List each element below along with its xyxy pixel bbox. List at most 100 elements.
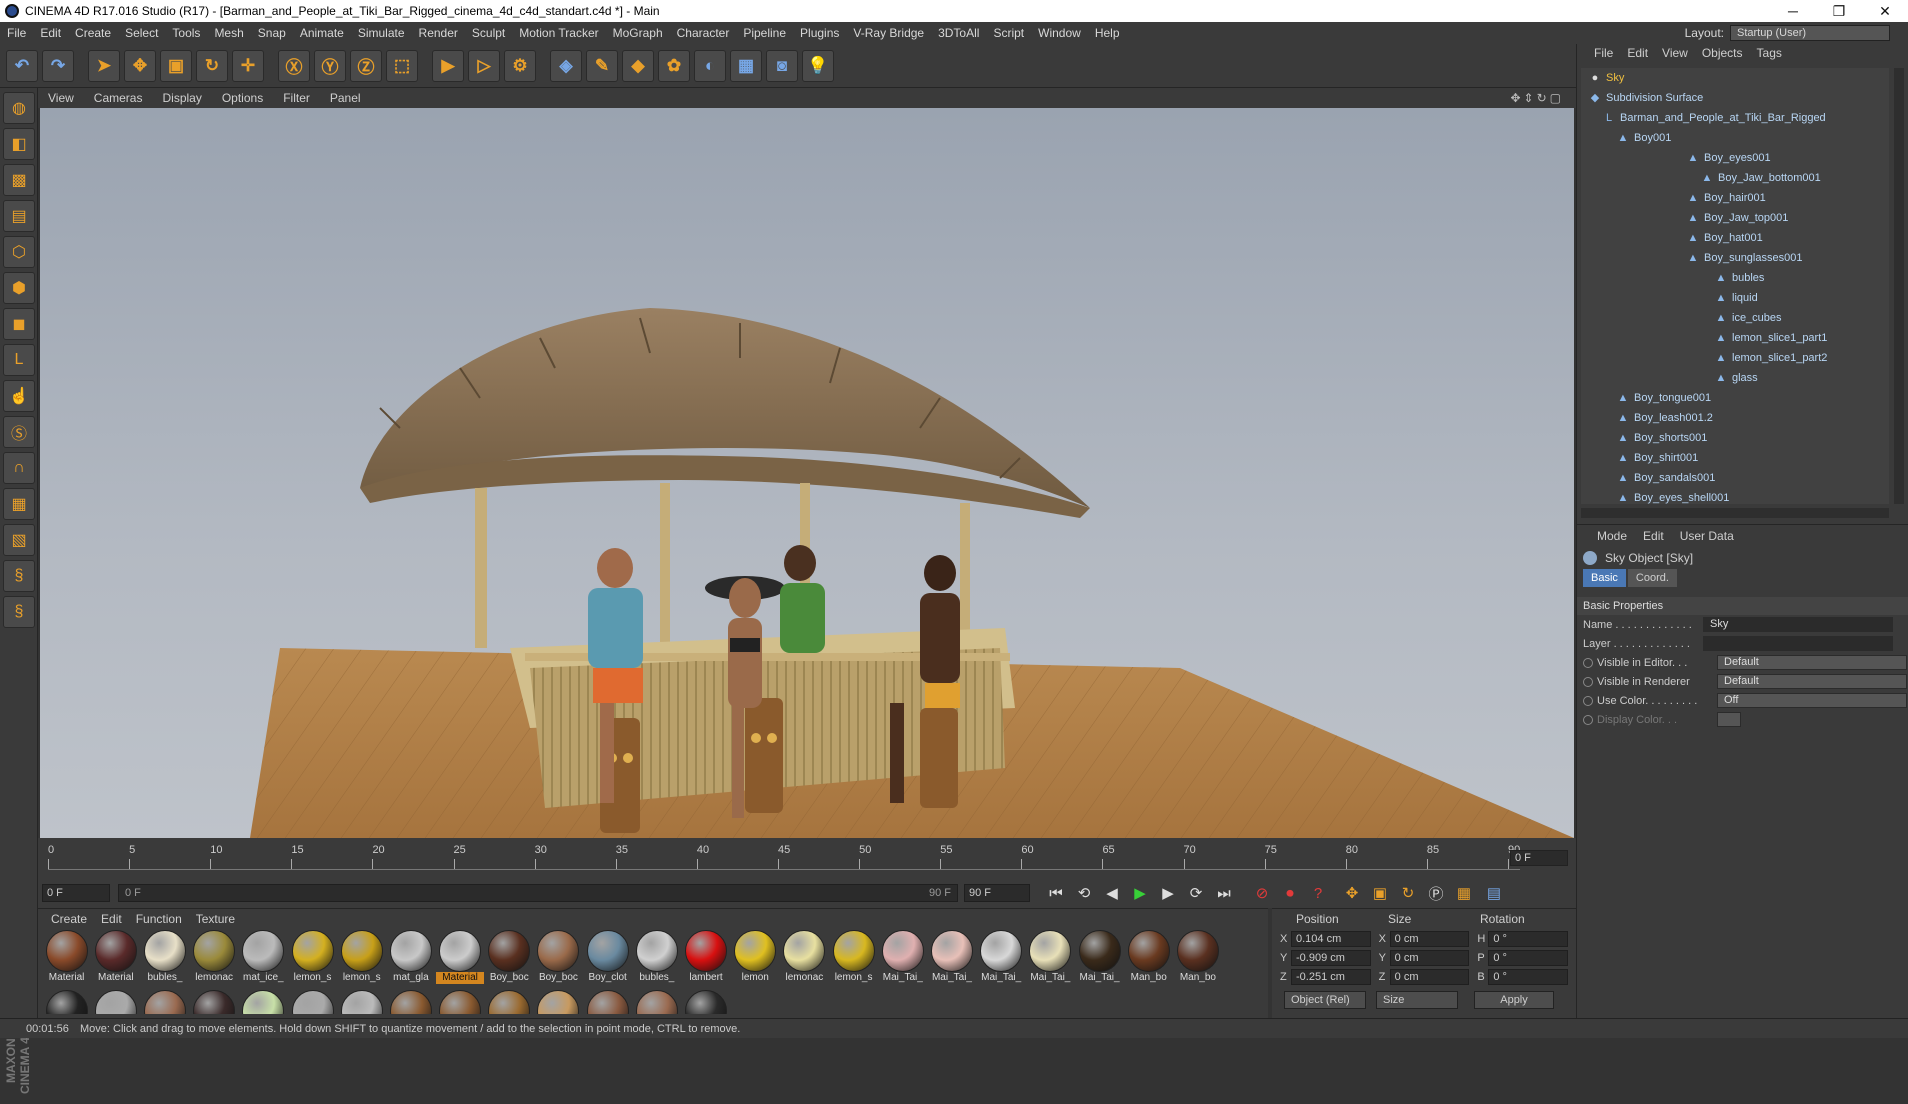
- animate-toggle-icon[interactable]: [1583, 676, 1593, 687]
- key-rotation-icon[interactable]: ↻: [1396, 881, 1420, 905]
- material-swatch[interactable]: Mai_Tai_: [1026, 930, 1074, 986]
- material-swatch[interactable]: lemonac: [780, 930, 828, 986]
- material-swatch[interactable]: Mai_Tai_: [977, 930, 1025, 986]
- material-swatch[interactable]: [338, 988, 386, 1014]
- object-menu-tags[interactable]: Tags: [1750, 46, 1789, 60]
- object-tree-item[interactable]: L Barman_and_People_at_Tiki_Bar_Rigged: [1581, 108, 1889, 128]
- object-tree-item[interactable]: ▲ Boy_Jaw_top001: [1581, 208, 1889, 228]
- material-swatch[interactable]: Boy_clot: [584, 930, 632, 986]
- y-axis-lock-icon[interactable]: Ⓨ: [314, 49, 346, 82]
- object-tree-item[interactable]: ▲ bubles: [1581, 268, 1889, 288]
- render-picture-viewer-icon[interactable]: ▷: [468, 49, 500, 82]
- material-swatch[interactable]: lambert: [682, 930, 730, 986]
- attribute-menu-edit[interactable]: Edit: [1635, 529, 1672, 543]
- menu-simulate[interactable]: Simulate: [351, 26, 412, 40]
- play-forward-icon[interactable]: ▶: [1128, 881, 1152, 905]
- frame-ruler[interactable]: 051015202530354045505560657075808590: [48, 844, 1520, 870]
- close-button[interactable]: ✕: [1862, 3, 1908, 20]
- rot-field[interactable]: 0 °: [1488, 949, 1569, 966]
- object-menu-objects[interactable]: Objects: [1695, 46, 1750, 60]
- property-value[interactable]: Default: [1717, 674, 1907, 689]
- next-frame-icon[interactable]: ▶: [1156, 881, 1180, 905]
- object-tree-item[interactable]: ▲ Boy_hat001: [1581, 228, 1889, 248]
- size-field[interactable]: 0 cm: [1389, 949, 1470, 966]
- object-tree-item[interactable]: ▲ Boy001: [1581, 128, 1889, 148]
- pos-field[interactable]: -0.909 cm: [1291, 949, 1371, 966]
- object-tree-horizontal-scrollbar[interactable]: [1581, 508, 1889, 518]
- key-parameter-icon[interactable]: Ⓟ: [1424, 881, 1448, 905]
- viewport-menu-display[interactable]: Display: [152, 91, 211, 105]
- material-swatch[interactable]: [239, 988, 287, 1014]
- coordinate-system-icon[interactable]: ⬚: [386, 49, 418, 82]
- material-swatch[interactable]: [436, 988, 484, 1014]
- object-tree-item[interactable]: ▲ liquid: [1581, 288, 1889, 308]
- menu-file[interactable]: File: [0, 26, 33, 40]
- animate-toggle-icon[interactable]: [1583, 657, 1593, 668]
- python-icon[interactable]: §: [3, 560, 35, 592]
- menu-sculpt[interactable]: Sculpt: [465, 26, 512, 40]
- texture-mode-icon[interactable]: ▩: [3, 164, 35, 196]
- menu-mograph[interactable]: MoGraph: [606, 26, 670, 40]
- menu-window[interactable]: Window: [1031, 26, 1088, 40]
- attribute-menu-user-data[interactable]: User Data: [1672, 529, 1742, 543]
- menu-snap[interactable]: Snap: [251, 26, 293, 40]
- pos-field[interactable]: 0.104 cm: [1291, 930, 1371, 947]
- object-tree-item[interactable]: ▲ glass: [1581, 368, 1889, 388]
- object-tree-item[interactable]: ▲ Boy_hair001: [1581, 188, 1889, 208]
- material-swatch[interactable]: bubles_: [633, 930, 681, 986]
- menu-mesh[interactable]: Mesh: [207, 26, 250, 40]
- z-axis-lock-icon[interactable]: Ⓩ: [350, 49, 382, 82]
- material-swatch[interactable]: [190, 988, 238, 1014]
- material-swatch[interactable]: lemon_s: [830, 930, 878, 986]
- preview-range-slider[interactable]: 0 F 90 F: [118, 884, 958, 902]
- menu-plugins[interactable]: Plugins: [793, 26, 846, 40]
- object-tree-item[interactable]: ● Sky: [1581, 68, 1889, 88]
- object-tree-item[interactable]: ▲ lemon_slice1_part1: [1581, 328, 1889, 348]
- autokeying-icon[interactable]: ⏺: [1278, 881, 1302, 905]
- material-swatch[interactable]: [387, 988, 435, 1014]
- material-swatch[interactable]: Material: [43, 930, 91, 986]
- restore-button[interactable]: ❐: [1816, 3, 1862, 20]
- object-tree-item[interactable]: ▲ Boy_sunglasses001: [1581, 248, 1889, 268]
- cloner-icon[interactable]: ✿: [658, 49, 690, 82]
- next-keyframe-icon[interactable]: ⟳: [1184, 881, 1208, 905]
- menu-help[interactable]: Help: [1088, 26, 1127, 40]
- workplane-lock-icon[interactable]: ▧: [3, 524, 35, 556]
- points-mode-icon[interactable]: ⬡: [3, 236, 35, 268]
- rot-field[interactable]: 0 °: [1488, 968, 1569, 985]
- end-frame-field[interactable]: 90 F: [964, 884, 1030, 902]
- layout-dropdown[interactable]: Startup (User): [1730, 25, 1890, 41]
- viewport-menu-options[interactable]: Options: [212, 91, 273, 105]
- menu-select[interactable]: Select: [118, 26, 165, 40]
- pos-field[interactable]: -0.251 cm: [1291, 968, 1371, 985]
- apply-button[interactable]: Apply: [1474, 991, 1554, 1009]
- material-swatch[interactable]: Material: [92, 930, 140, 986]
- floor-icon[interactable]: ▦: [730, 49, 762, 82]
- material-swatch[interactable]: lemonac: [190, 930, 238, 986]
- property-value[interactable]: Sky: [1703, 617, 1893, 632]
- material-swatch[interactable]: Material: [436, 930, 485, 986]
- object-tree-item[interactable]: ▲ Boy_Jaw_bottom001: [1581, 168, 1889, 188]
- material-swatch[interactable]: Man_bo: [1174, 930, 1222, 986]
- viewport-menu-cameras[interactable]: Cameras: [84, 91, 153, 105]
- light-icon[interactable]: 💡: [802, 49, 834, 82]
- edit-render-settings-icon[interactable]: ⚙: [504, 49, 536, 82]
- previous-frame-icon[interactable]: ◀: [1100, 881, 1124, 905]
- material-swatch[interactable]: Boy_boc: [485, 930, 533, 986]
- material-swatch[interactable]: Man_bo: [1125, 930, 1173, 986]
- material-swatch[interactable]: lemon_s: [289, 930, 337, 986]
- object-tree-item[interactable]: ▲ Boy_eyes001: [1581, 148, 1889, 168]
- menu-create[interactable]: Create: [68, 26, 118, 40]
- material-menu-function[interactable]: Function: [129, 912, 189, 926]
- material-swatch[interactable]: [289, 988, 337, 1014]
- object-tree-item[interactable]: ▲ Boy_shirt001: [1581, 448, 1889, 468]
- animate-toggle-icon[interactable]: [1583, 714, 1593, 725]
- material-swatch[interactable]: [485, 988, 533, 1014]
- key-scale-icon[interactable]: ▣: [1368, 881, 1392, 905]
- menu-tools[interactable]: Tools: [165, 26, 207, 40]
- cube-primitive-icon[interactable]: ◈: [550, 49, 582, 82]
- material-swatch[interactable]: [534, 988, 582, 1014]
- record-active-objects-icon[interactable]: ⊘: [1250, 881, 1274, 905]
- material-swatch[interactable]: Boy_boc: [534, 930, 582, 986]
- menu-animate[interactable]: Animate: [293, 26, 351, 40]
